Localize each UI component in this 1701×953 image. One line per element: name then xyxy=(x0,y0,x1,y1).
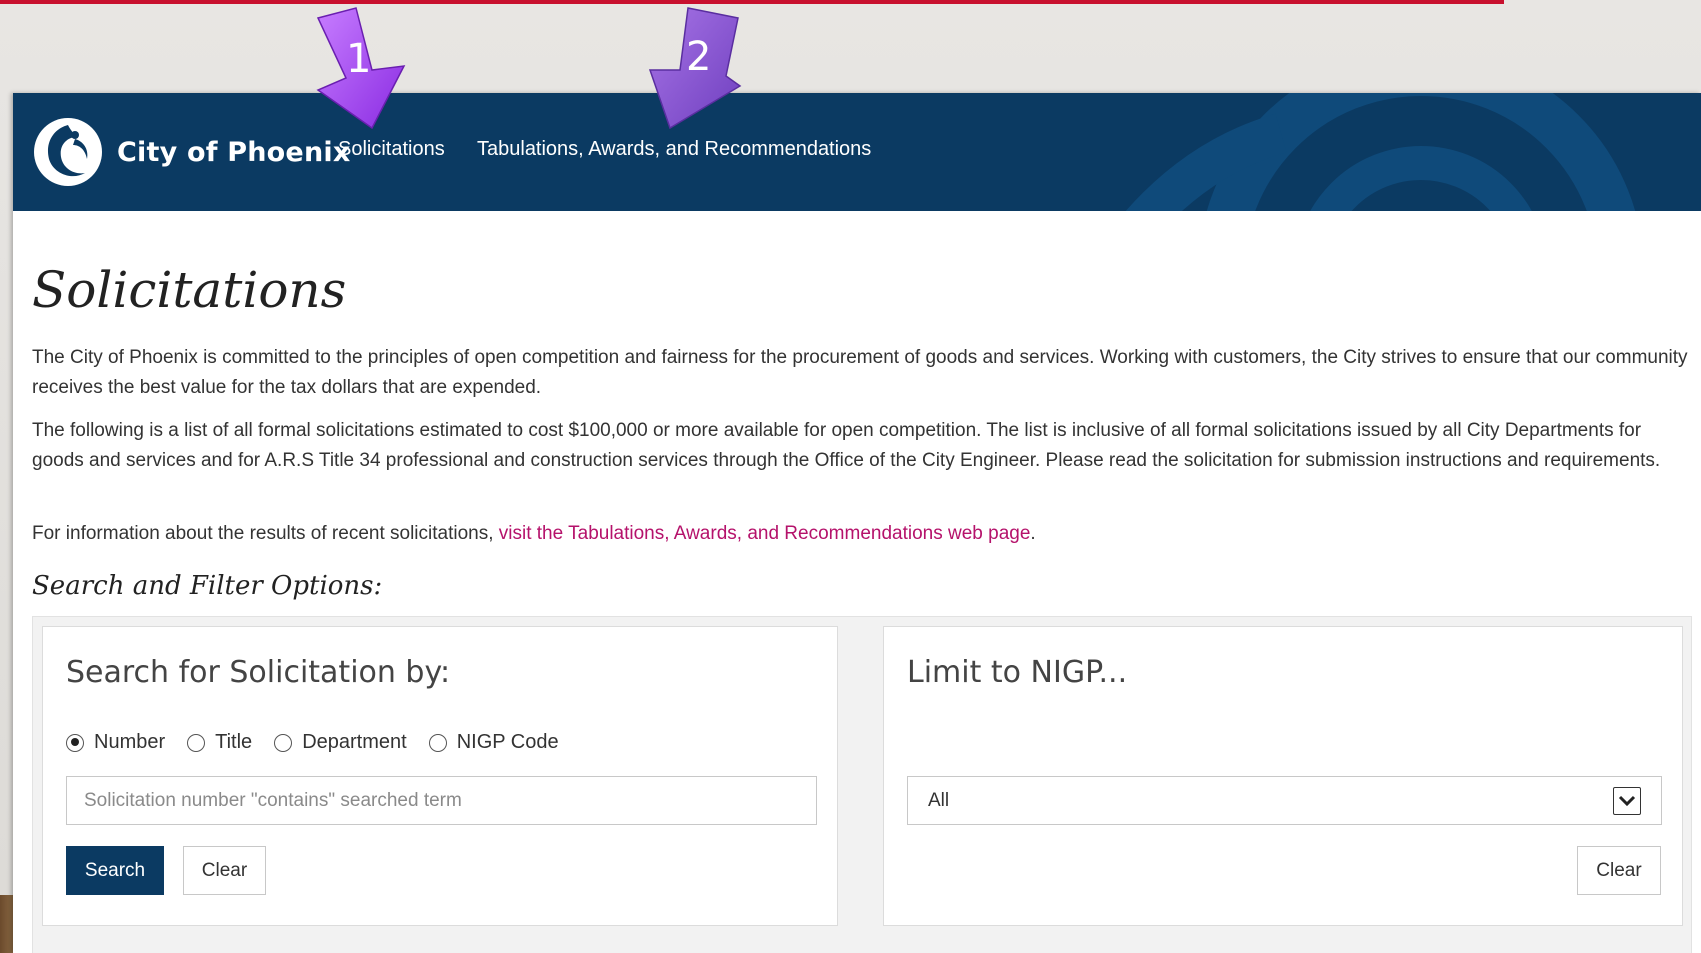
radio-department-label: Department xyxy=(302,731,407,753)
search-panel-heading: Search for Solicitation by: xyxy=(66,655,451,690)
radio-department[interactable]: Department xyxy=(274,731,407,754)
annotation-arrow-2: 2 xyxy=(648,4,748,130)
nav-link-tabulations[interactable]: Tabulations, Awards, and Recommendations xyxy=(477,138,871,161)
phoenix-logo-icon xyxy=(34,118,102,186)
radio-title-label: Title xyxy=(215,731,253,753)
phoenix-watermark-icon xyxy=(1125,93,1636,211)
nigp-select[interactable]: All xyxy=(907,776,1662,825)
intro-paragraph: The City of Phoenix is committed to the … xyxy=(32,347,1688,398)
results-info-prefix: For information about the results of rec… xyxy=(32,523,499,544)
radio-number-label: Number xyxy=(94,731,166,753)
search-type-radio-group: Number Title Department NIGP Code xyxy=(66,731,581,754)
radio-title-circle[interactable] xyxy=(187,733,206,752)
nigp-select-value: All xyxy=(928,789,950,811)
radio-title[interactable]: Title xyxy=(187,731,252,754)
nav-link-solicitations[interactable]: Solicitations xyxy=(338,138,445,161)
tabulations-page-link[interactable]: visit the Tabulations, Awards, and Recom… xyxy=(499,523,1031,544)
clear-nigp-button[interactable]: Clear xyxy=(1577,846,1661,895)
radio-nigp-code[interactable]: NIGP Code xyxy=(428,731,559,754)
radio-department-circle[interactable] xyxy=(274,733,293,752)
chevron-down-icon[interactable] xyxy=(1613,787,1641,815)
brand[interactable]: City of Phoenix xyxy=(31,115,350,189)
results-info-suffix: . xyxy=(1030,523,1036,544)
top-accent-line xyxy=(0,0,1504,4)
page-title: Solicitations xyxy=(32,261,347,319)
results-info-paragraph: For information about the results of rec… xyxy=(32,519,1692,549)
radio-number-circle[interactable] xyxy=(66,733,84,752)
nigp-panel: Limit to NIGP... All Clear xyxy=(883,626,1683,926)
clear-search-button[interactable]: Clear xyxy=(183,846,266,895)
solicitation-search-input[interactable] xyxy=(66,776,817,825)
browser-page: City of Phoenix Solicitations Tabulation… xyxy=(13,93,1701,953)
background-edge xyxy=(0,895,14,953)
list-description-paragraph: The following is a list of all formal so… xyxy=(32,420,1661,471)
brand-name: City of Phoenix xyxy=(117,136,351,168)
nigp-panel-heading: Limit to NIGP... xyxy=(907,655,1128,690)
annotation-label-1: 1 xyxy=(346,36,372,82)
annotation-arrow-1: 1 xyxy=(310,4,410,130)
search-panel: Search for Solicitation by: Number Title… xyxy=(42,626,838,926)
radio-nigp-code-label: NIGP Code xyxy=(456,731,559,753)
radio-nigp-code-circle[interactable] xyxy=(428,733,447,752)
search-button[interactable]: Search xyxy=(66,846,164,895)
annotation-label-2: 2 xyxy=(686,34,712,80)
filter-container: Search for Solicitation by: Number Title… xyxy=(32,616,1692,953)
top-navbar: City of Phoenix Solicitations Tabulation… xyxy=(13,93,1701,211)
filter-section-title: Search and Filter Options: xyxy=(32,571,383,601)
radio-number[interactable]: Number xyxy=(66,731,165,754)
